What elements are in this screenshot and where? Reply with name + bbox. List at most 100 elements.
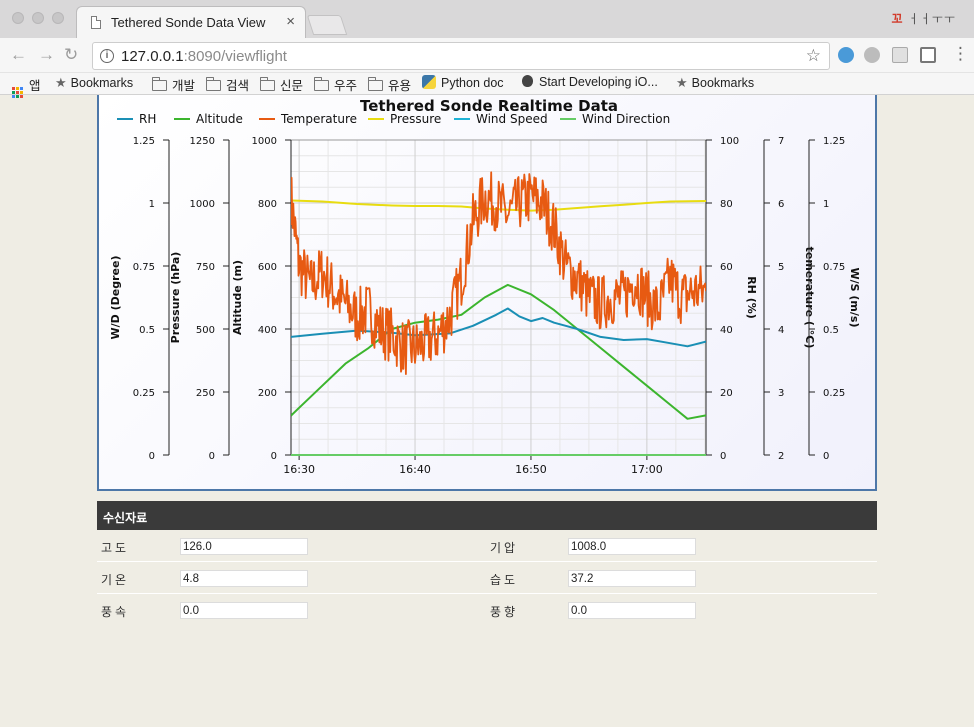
- bookmarks-bar: 앱 ★ Bookmarks 개발 검색 신문 우주 유용 Python doc S…: [0, 73, 974, 98]
- altitude-field[interactable]: 126.0: [180, 538, 308, 555]
- legend-label: Temperature: [280, 112, 357, 126]
- wind-speed-field[interactable]: 0.0: [180, 602, 308, 619]
- temperature-field[interactable]: 4.8: [180, 570, 308, 587]
- pressure-field[interactable]: 1008.0: [568, 538, 696, 555]
- bookmark-folder[interactable]: 우주: [314, 75, 357, 94]
- y-axis-title: W/D (Degree): [109, 256, 122, 340]
- y-tick-label: 5: [778, 262, 784, 273]
- folder-icon: [368, 77, 383, 91]
- bookmark-item[interactable]: ★ Bookmarks: [676, 75, 754, 91]
- browser-toolbar: ← → ↻ i 127.0.0.1:8090/viewflight ☆ ⋮: [0, 38, 974, 73]
- bookmark-apps[interactable]: 앱: [12, 75, 41, 98]
- zoom-window-button[interactable]: [52, 12, 64, 24]
- bookmark-item[interactable]: Start Developing iO...: [522, 75, 658, 89]
- y-tick-label: 200: [258, 388, 277, 399]
- extension-marks: ㅓㅓㅜㅜ: [907, 12, 956, 26]
- y-tick-label: 2: [778, 451, 784, 462]
- data-row: 기온 4.8 습도 37.2: [97, 562, 877, 594]
- bookmark-label: Start Developing iO...: [539, 75, 658, 89]
- y-axis-title: Pressure (hPa): [169, 252, 182, 344]
- close-window-button[interactable]: [12, 12, 24, 24]
- y-tick-label: 400: [258, 325, 277, 336]
- y-tick-label: 1: [823, 199, 829, 210]
- bookmark-folder[interactable]: 신문: [260, 75, 303, 94]
- wind-speed-label: 풍속: [101, 605, 130, 619]
- cast-icon[interactable]: [920, 47, 936, 63]
- address-bar[interactable]: i 127.0.0.1:8090/viewflight ☆: [92, 42, 830, 70]
- url-text[interactable]: 127.0.0.1:8090/viewflight: [121, 48, 287, 65]
- bookmark-label: 검색: [226, 79, 250, 93]
- y-tick-label: 750: [196, 262, 215, 273]
- python-icon: [422, 75, 436, 89]
- pressure-label: 기압: [490, 541, 519, 555]
- bookmark-label: 앱: [29, 79, 41, 93]
- y-tick-label: 1: [149, 199, 155, 210]
- folder-icon: [260, 77, 275, 91]
- x-tick-label: 17:00: [631, 463, 663, 476]
- star-icon: ★: [676, 75, 688, 90]
- window-extension-area[interactable]: 꼬 ㅓㅓㅜㅜ: [891, 10, 956, 27]
- y-tick-label: 800: [258, 199, 277, 210]
- legend-label: Wind Direction: [582, 112, 670, 126]
- bookmark-folder[interactable]: 개발: [152, 75, 195, 94]
- apple-icon: [522, 75, 533, 87]
- x-tick-label: 16:30: [283, 463, 315, 476]
- legend-label: Wind Speed: [476, 112, 548, 126]
- realtime-chart: Tethered Sonde Realtime Data RH Altitude T…: [109, 97, 861, 476]
- close-tab-icon[interactable]: ×: [286, 13, 295, 30]
- url-host: 127.0.0.1: [121, 48, 184, 65]
- wind-direction-field[interactable]: 0.0: [568, 602, 696, 619]
- apps-icon: [12, 87, 23, 98]
- back-icon[interactable]: ←: [10, 45, 27, 65]
- y-tick-label: 0: [149, 451, 155, 462]
- y-tick-label: 0.5: [823, 325, 839, 336]
- x-tick-label: 16:40: [399, 463, 431, 476]
- bookmark-folder[interactable]: 검색: [206, 75, 249, 94]
- bookmark-item[interactable]: ★ Bookmarks: [55, 75, 133, 91]
- y-tick-label: 1000: [190, 199, 215, 210]
- bookmark-label: Bookmarks: [70, 76, 134, 90]
- forward-icon[interactable]: →: [38, 45, 55, 65]
- y-axis-title: W/S (m/s): [848, 268, 861, 328]
- y-tick-label: 1000: [252, 136, 277, 147]
- y-axis-title: Altitude (m): [231, 260, 244, 335]
- browser-tab-strip: Tethered Sonde Data View × 꼬 ㅓㅓㅜㅜ: [0, 0, 974, 38]
- bookmark-label: 유용: [388, 79, 412, 93]
- info-icon[interactable]: i: [100, 49, 114, 63]
- y-tick-label: 250: [196, 388, 215, 399]
- received-data-panel: 수신자료 고도 126.0 기압 1008.0 기온 4.8 습도 37.2 풍…: [97, 501, 877, 626]
- y-tick-label: 0.25: [133, 388, 155, 399]
- bookmark-item[interactable]: Python doc: [422, 75, 504, 90]
- y-tick-label: 0: [720, 451, 726, 462]
- download-extension-icon[interactable]: [838, 47, 854, 63]
- reload-icon[interactable]: ↻: [64, 45, 78, 65]
- bookmark-folder[interactable]: 유용: [368, 75, 411, 94]
- y-tick-label: 1.25: [133, 136, 155, 147]
- star-icon: ★: [55, 75, 67, 90]
- bookmark-label: 개발: [172, 79, 196, 93]
- y-tick-label: 3: [778, 388, 784, 399]
- bookmark-label: Python doc: [441, 76, 504, 90]
- browser-tab[interactable]: Tethered Sonde Data View ×: [76, 6, 306, 38]
- altitude-label: 고도: [101, 541, 130, 555]
- y-tick-label: 0.75: [133, 262, 155, 273]
- extension-label: 꼬: [891, 12, 904, 26]
- y-tick-label: 1.25: [823, 136, 845, 147]
- screen-extension-icon[interactable]: [892, 47, 908, 63]
- tab-title: Tethered Sonde Data View: [111, 15, 266, 30]
- humidity-field[interactable]: 37.2: [568, 570, 696, 587]
- menu-icon[interactable]: ⋮: [952, 44, 969, 64]
- document-icon: [91, 16, 101, 29]
- data-row: 풍속 0.0 풍향 0.0: [97, 594, 877, 626]
- new-tab-button[interactable]: [306, 15, 348, 35]
- y-tick-label: 7: [778, 136, 784, 147]
- temperature-label: 기온: [101, 573, 130, 587]
- folder-icon: [152, 77, 167, 91]
- bookmark-star-icon[interactable]: ☆: [806, 46, 821, 66]
- y-tick-label: 80: [720, 199, 733, 210]
- y-tick-label: 0.25: [823, 388, 845, 399]
- chart-legend: RH Altitude Temperature Pressure Wind Speed W…: [117, 112, 670, 126]
- minimize-window-button[interactable]: [32, 12, 44, 24]
- folder-icon: [206, 77, 221, 91]
- cloud-extension-icon[interactable]: [864, 47, 880, 63]
